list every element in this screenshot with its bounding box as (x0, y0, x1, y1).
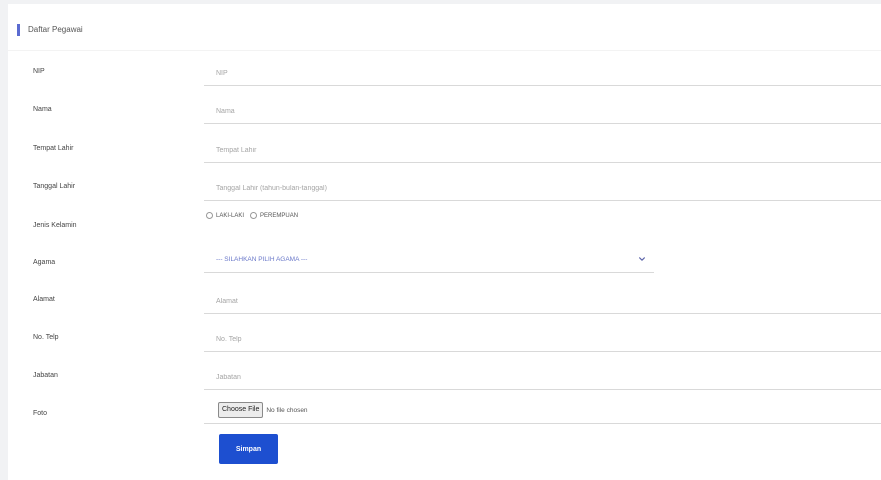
foto-divider (204, 423, 881, 424)
form-card: Daftar Pegawai NIP Nama Tempat Lahir Tan… (8, 4, 881, 480)
radio-perempuan-circle[interactable] (250, 212, 258, 219)
no-telp-input[interactable] (204, 328, 881, 352)
radio-laki-laki-circle[interactable] (206, 212, 213, 219)
jenis-kelamin-label: Jenis Kelamin (33, 222, 77, 229)
radio-perempuan-label: PEREMPUAN (260, 212, 299, 219)
radio-laki-laki-label: LAKI-LAKI (216, 212, 245, 219)
nip-input[interactable] (204, 62, 881, 86)
card-title: Daftar Pegawai (28, 25, 83, 34)
tempat-lahir-label: Tempat Lahir (33, 145, 74, 152)
agama-select[interactable]: --- SILAHKAN PILIH AGAMA --- (204, 249, 654, 273)
jabatan-label: Jabatan (33, 372, 58, 379)
chevron-down-icon (639, 257, 645, 261)
no-telp-label: No. Telp (33, 334, 59, 341)
file-status-text: No file chosen (266, 406, 308, 414)
agama-label: Agama (33, 259, 56, 266)
tanggal-lahir-label: Tanggal Lahir (33, 183, 76, 190)
alamat-label: Alamat (33, 296, 55, 303)
nip-label: NIP (33, 68, 45, 75)
tempat-lahir-input[interactable] (204, 139, 881, 163)
agama-select-value: --- SILAHKAN PILIH AGAMA --- (216, 256, 308, 263)
foto-label: Foto (33, 410, 48, 417)
choose-file-button[interactable]: Choose File (218, 402, 264, 418)
radio-laki-laki[interactable]: LAKI-LAKI (206, 212, 244, 219)
nama-input[interactable] (204, 100, 881, 124)
tanggal-lahir-input[interactable] (204, 177, 881, 201)
card-header: Daftar Pegawai (8, 4, 881, 51)
jabatan-input[interactable] (204, 366, 881, 390)
alamat-input[interactable] (204, 290, 881, 314)
jenis-kelamin-radio-group: LAKI-LAKI PEREMPUAN (206, 212, 298, 219)
simpan-button[interactable]: Simpan (219, 434, 278, 464)
foto-file-input[interactable]: Choose File No file chosen (218, 402, 308, 418)
radio-perempuan[interactable]: PEREMPUAN (250, 212, 298, 219)
nama-label: Nama (33, 106, 52, 113)
header-accent-bar (17, 24, 20, 36)
